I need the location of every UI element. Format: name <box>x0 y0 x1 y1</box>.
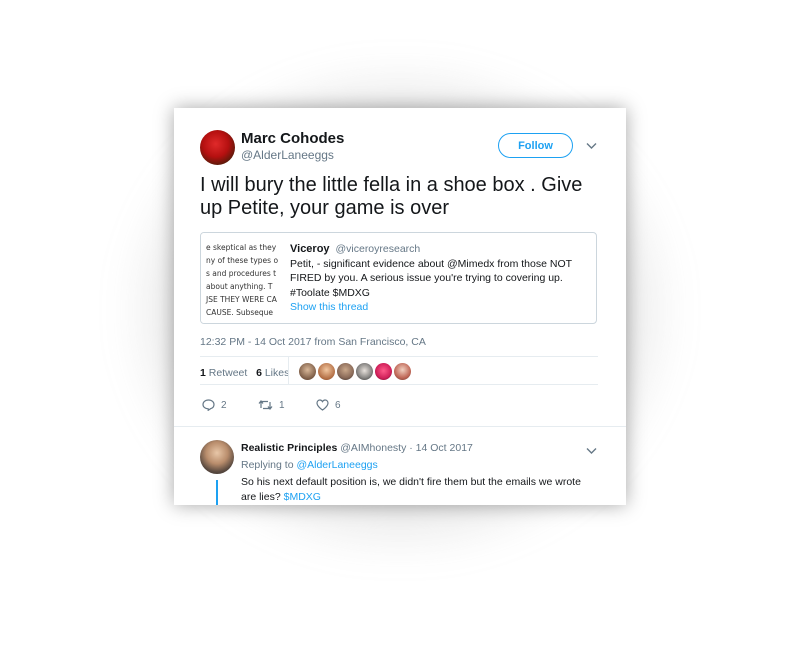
author-name[interactable]: Marc Cohodes <box>241 130 344 147</box>
tweet-text: I will bury the little fella in a shoe b… <box>200 174 583 219</box>
replying-prefix: Replying to <box>241 459 294 471</box>
like-count[interactable]: 6 <box>256 367 262 379</box>
reply-date[interactable]: 14 Oct 2017 <box>416 442 473 454</box>
quoted-tweet-image[interactable]: e skeptical as they ny of these types o … <box>201 233 284 323</box>
liker-avatar[interactable] <box>318 363 335 380</box>
quoted-tweet[interactable]: e skeptical as they ny of these types o … <box>200 232 597 324</box>
reply-author-handle[interactable]: @AIMhonesty <box>340 442 406 454</box>
liker-avatars <box>299 363 411 380</box>
cashtag-link[interactable]: $MDXG <box>284 491 321 503</box>
likes-label[interactable]: Likes <box>265 367 290 379</box>
reply-icon <box>202 399 215 411</box>
retweet-action-count: 1 <box>279 399 285 411</box>
reply-action[interactable]: 2 <box>202 399 227 411</box>
thread-line <box>216 480 218 505</box>
quote-image-line: about anything. T <box>206 282 273 291</box>
divider <box>200 384 598 385</box>
tweet-stats: 1 Retweet 6 Likes <box>200 367 289 379</box>
reply-separator: · <box>409 442 413 454</box>
chevron-down-icon[interactable] <box>586 444 597 458</box>
liker-avatar[interactable] <box>375 363 392 380</box>
quoted-author-handle[interactable]: @viceroyresearch <box>335 243 420 255</box>
quote-image-line: JSE THEY WERE CA <box>206 295 277 304</box>
like-action-count: 6 <box>335 399 341 411</box>
reply-header: Realistic Principles @AIMhonesty · 14 Oc… <box>241 442 473 454</box>
liker-avatar[interactable] <box>299 363 316 380</box>
like-action[interactable]: 6 <box>316 399 341 411</box>
reply-author-name[interactable]: Realistic Principles <box>241 442 337 454</box>
retweet-count[interactable]: 1 <box>200 367 206 379</box>
quote-image-line: CAUSE. Subseque <box>206 308 274 317</box>
tweet-card: Marc Cohodes @AlderLaneeggs Follow I wil… <box>174 108 626 505</box>
divider <box>200 356 598 357</box>
retweet-action[interactable]: 1 <box>258 399 285 411</box>
divider <box>174 426 626 427</box>
author-avatar[interactable] <box>200 130 235 165</box>
replying-to: Replying to @AlderLaneeggs <box>241 459 378 471</box>
reply-text: So his next default position is, we didn… <box>241 475 591 504</box>
quoted-author-name[interactable]: Viceroy <box>290 243 330 255</box>
tweet-timestamp[interactable]: 12:32 PM - 14 Oct 2017 from San Francisc… <box>200 336 426 348</box>
reply-author-avatar[interactable] <box>200 440 234 474</box>
quoted-tweet-body: Viceroy @viceroyresearch Petit, - signif… <box>290 242 590 315</box>
quote-image-line: ny of these types o <box>206 256 279 265</box>
liker-avatar[interactable] <box>394 363 411 380</box>
reply-count: 2 <box>221 399 227 411</box>
quoted-tweet-text: Petit, - significant evidence about @Mim… <box>290 257 572 299</box>
replying-to-handle[interactable]: @AlderLaneeggs <box>296 459 377 471</box>
quote-image-line: e skeptical as they <box>206 243 277 252</box>
author-handle[interactable]: @AlderLaneeggs <box>241 148 334 162</box>
quote-image-line: s and procedures t <box>206 269 277 278</box>
show-thread-link[interactable]: Show this thread <box>290 300 590 315</box>
heart-icon <box>316 399 329 411</box>
retweet-icon <box>258 400 273 410</box>
chevron-down-icon[interactable] <box>586 139 597 153</box>
retweet-label[interactable]: Retweet <box>209 367 248 379</box>
stats-separator <box>288 357 289 384</box>
follow-button[interactable]: Follow <box>498 133 573 158</box>
liker-avatar[interactable] <box>356 363 373 380</box>
liker-avatar[interactable] <box>337 363 354 380</box>
